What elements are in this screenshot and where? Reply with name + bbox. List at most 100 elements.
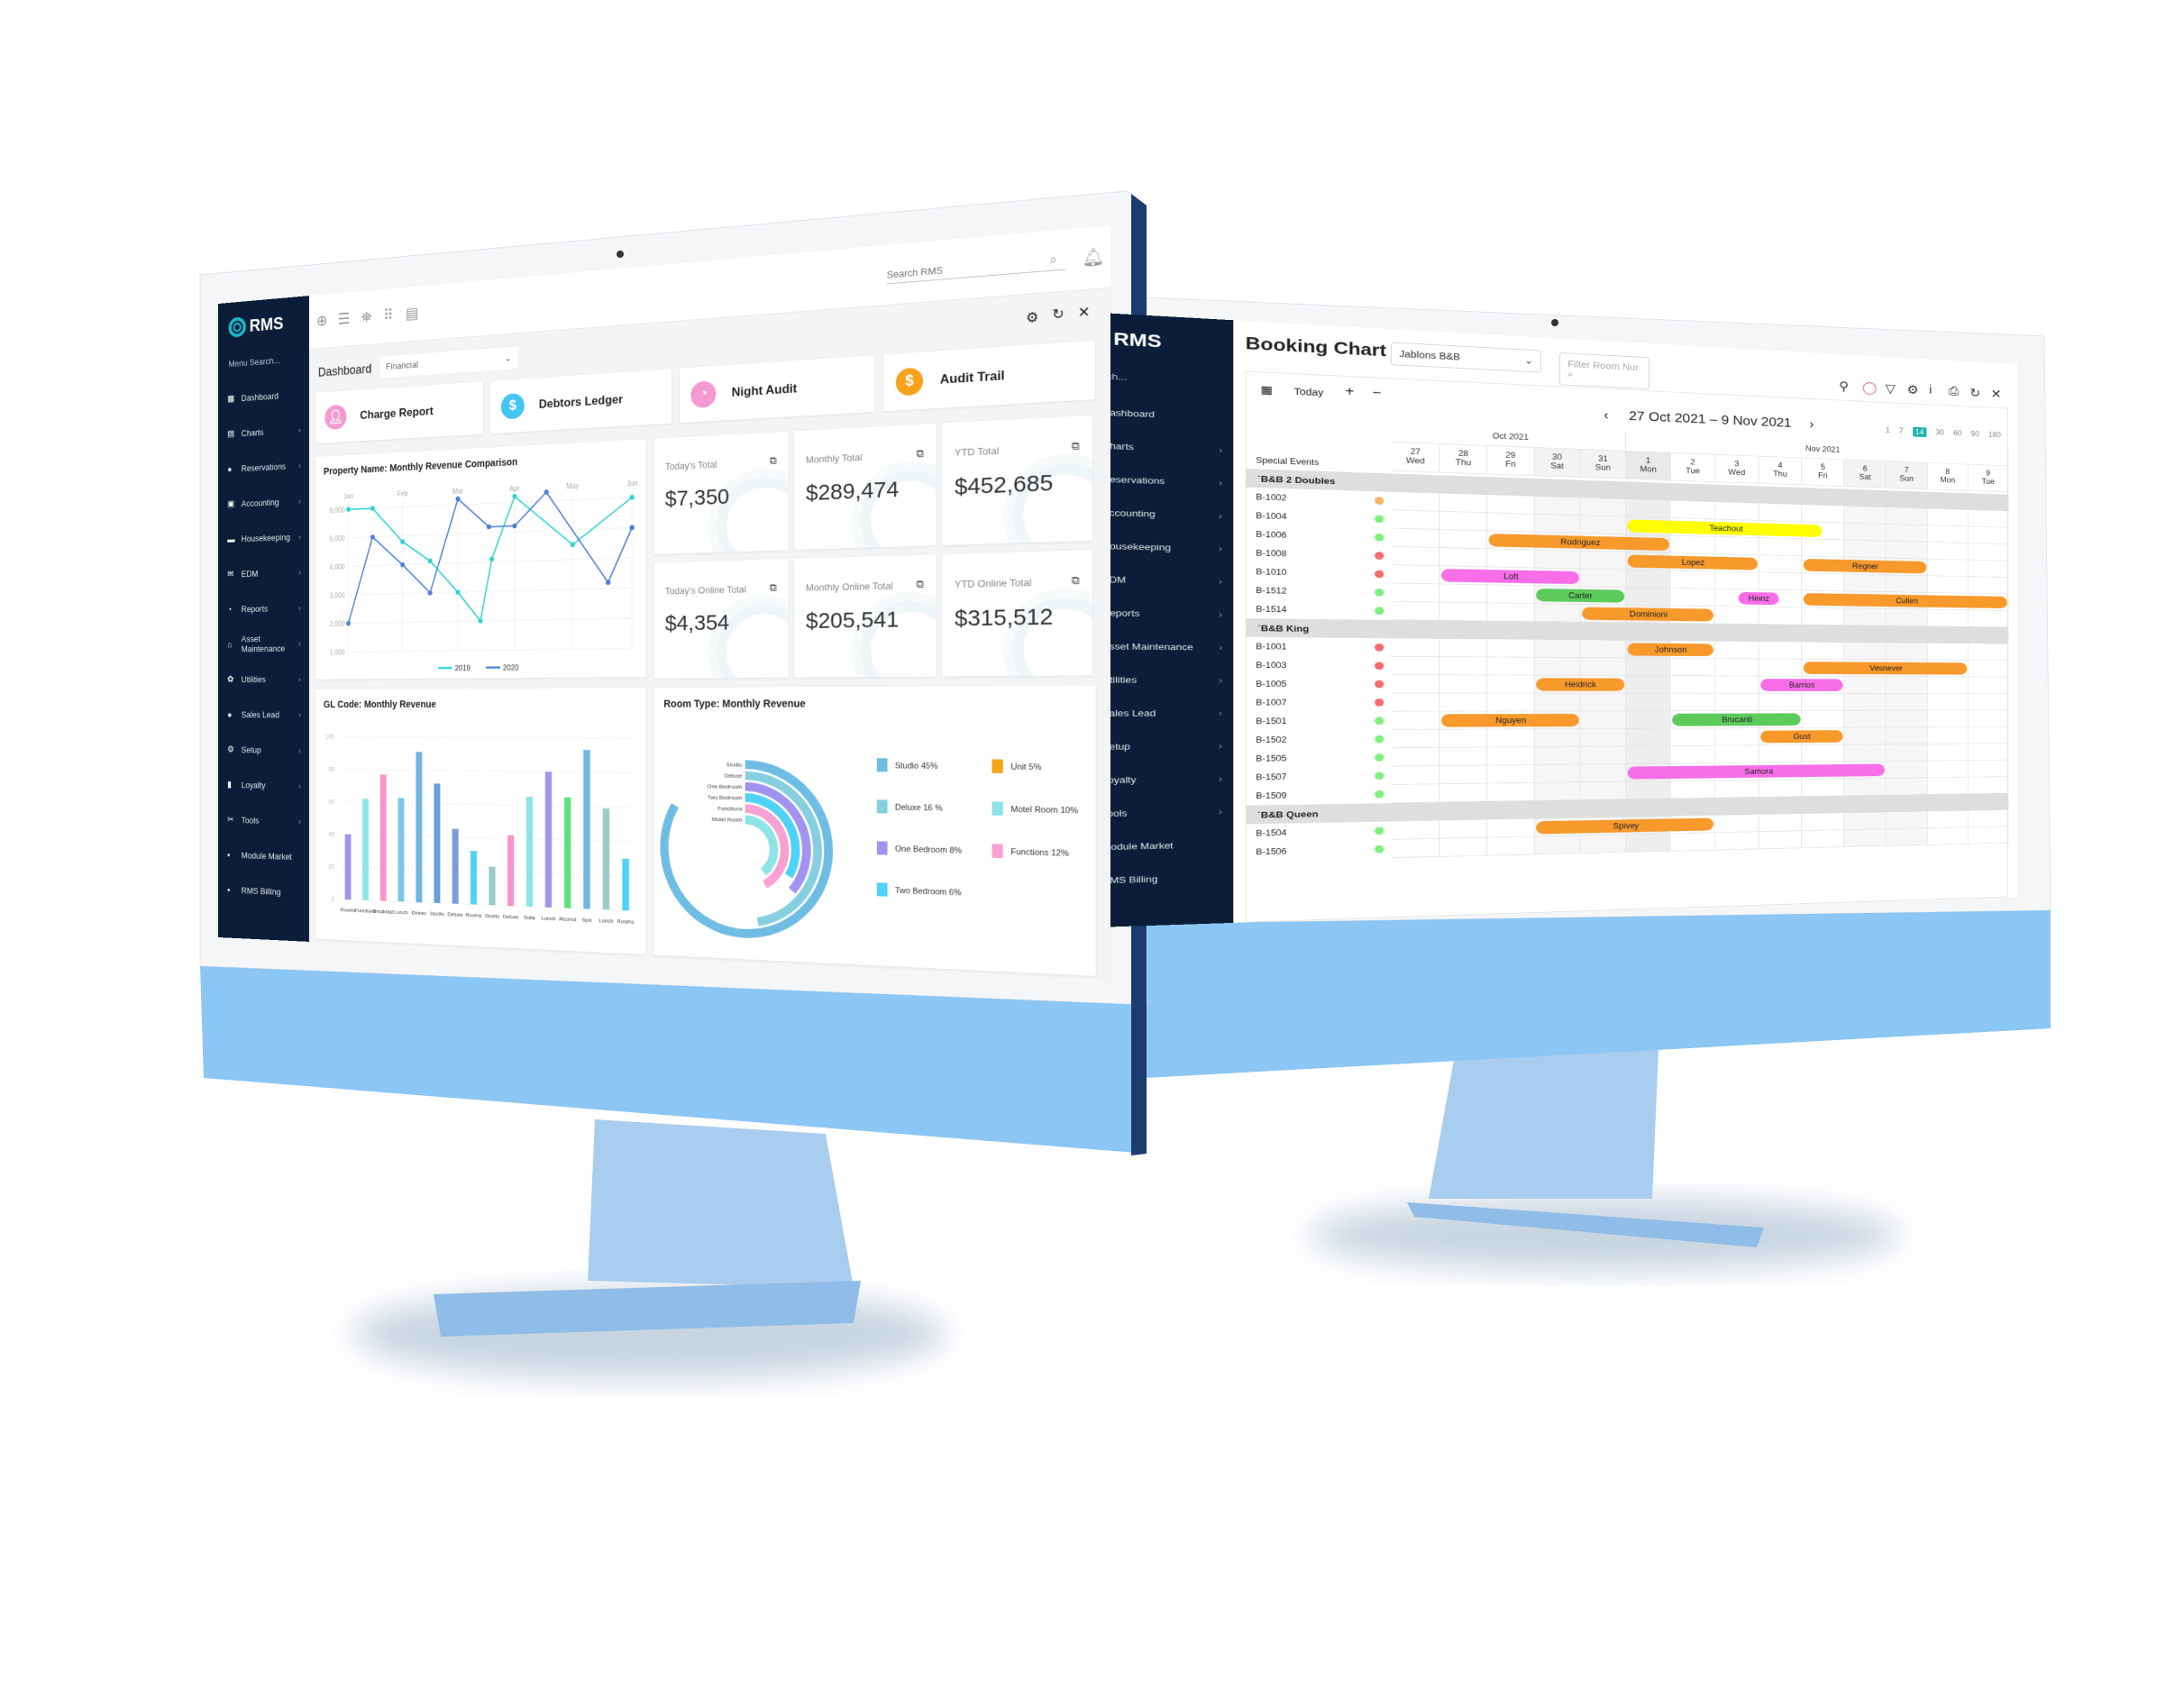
day-cell[interactable]	[1439, 638, 1488, 658]
day-cell[interactable]	[1625, 587, 1671, 607]
day-cell[interactable]	[1391, 510, 1440, 530]
day-cell[interactable]	[1968, 693, 2009, 711]
day-cell[interactable]	[1714, 814, 1759, 834]
day-cell[interactable]	[1439, 529, 1488, 550]
map-icon[interactable]: ⛯	[361, 308, 372, 327]
day-cell[interactable]	[1802, 693, 1845, 711]
day-cell[interactable]	[1759, 831, 1803, 850]
day-cell[interactable]	[1802, 830, 1845, 849]
day-cell[interactable]	[1886, 541, 1928, 560]
day-cell[interactable]	[1886, 507, 1928, 526]
day-cell[interactable]	[1714, 536, 1759, 556]
day-cell[interactable]	[1391, 765, 1440, 785]
span-option-180[interactable]: 180	[1988, 430, 2001, 440]
day-cell[interactable]	[1391, 638, 1440, 657]
day-cell[interactable]	[1439, 819, 1488, 839]
add-icon[interactable]: ⊕	[316, 312, 327, 330]
day-cell[interactable]	[1625, 781, 1671, 800]
day-cell[interactable]	[1580, 516, 1626, 535]
room-label[interactable]: B-1502	[1247, 730, 1286, 749]
day-cell[interactable]	[1625, 498, 1671, 518]
day-cell[interactable]	[1391, 546, 1440, 567]
day-cell[interactable]	[1580, 728, 1626, 747]
day-cell[interactable]	[1625, 745, 1671, 764]
day-cell[interactable]	[1759, 537, 1803, 557]
day-cell[interactable]	[1802, 539, 1845, 558]
close-icon[interactable]: ✕	[1991, 387, 2002, 402]
day-cell[interactable]	[1391, 747, 1440, 767]
pin-icon[interactable]: ⚲	[1839, 379, 1849, 394]
day-cell[interactable]	[1759, 572, 1803, 591]
day-cell[interactable]	[1670, 500, 1715, 520]
day-cell[interactable]	[1487, 585, 1535, 604]
day-cell[interactable]	[1927, 760, 1969, 779]
day-cell[interactable]	[1534, 728, 1581, 747]
day-cell[interactable]	[1968, 809, 2009, 828]
room-label[interactable]: B-1512	[1247, 581, 1286, 600]
day-cell[interactable]	[1927, 576, 1969, 594]
room-label[interactable]: B-1514	[1247, 599, 1286, 618]
day-cell[interactable]	[1580, 711, 1626, 729]
expand-icon[interactable]: ⧉	[770, 454, 777, 467]
menu-search[interactable]: Menu Search...	[229, 355, 280, 369]
day-cell[interactable]	[1927, 710, 1969, 728]
day-cell[interactable]	[1759, 555, 1803, 574]
sliders-icon[interactable]: ☰	[338, 310, 350, 329]
day-cell[interactable]	[1580, 781, 1626, 800]
bell-icon[interactable]: 🔔︎	[1082, 246, 1104, 269]
day-cell[interactable]	[1670, 693, 1715, 711]
span-option-1[interactable]: 1	[1886, 425, 1890, 435]
booking-bar[interactable]: Heinz	[1738, 591, 1779, 606]
sidebar-item-tools[interactable]: ✂ Tools ›	[218, 806, 309, 835]
day-cell[interactable]	[1844, 744, 1887, 762]
day-cell[interactable]	[1439, 547, 1488, 568]
day-cell[interactable]	[1487, 693, 1535, 712]
day-cell[interactable]	[1670, 658, 1715, 677]
day-cell[interactable]	[1580, 657, 1626, 676]
day-cell[interactable]	[1968, 509, 2009, 528]
calendar-icon[interactable]: ▦	[1261, 383, 1273, 397]
day-cell[interactable]	[1844, 812, 1887, 831]
day-cell[interactable]	[1439, 675, 1488, 694]
day-cell[interactable]	[1391, 711, 1440, 730]
day-cell[interactable]	[1439, 493, 1488, 514]
expand-icon[interactable]: ⧉	[1072, 439, 1080, 452]
day-cell[interactable]	[1625, 710, 1671, 729]
sidebar-item-dashboard[interactable]: ▦ Dashboard	[218, 379, 309, 412]
expand-icon[interactable]: ⧉	[916, 578, 923, 591]
day-cell[interactable]	[1759, 659, 1803, 677]
expand-icon[interactable]: ⧉	[770, 581, 777, 594]
day-cell[interactable]	[1759, 813, 1803, 833]
day-cell[interactable]	[1886, 744, 1928, 762]
room-label[interactable]: B-1505	[1247, 749, 1286, 768]
room-label[interactable]: B-1001	[1247, 637, 1286, 656]
day-cell[interactable]	[1927, 810, 1969, 829]
day-cell[interactable]	[1534, 693, 1581, 712]
span-option-60[interactable]: 60	[1953, 429, 1962, 439]
expand-icon[interactable]: ⧉	[916, 447, 923, 461]
day-cell[interactable]	[1927, 542, 1969, 561]
day-cell[interactable]	[1968, 760, 2009, 778]
day-cell[interactable]	[1625, 675, 1671, 694]
grid-icon[interactable]: ⠿	[383, 306, 393, 325]
day-cell[interactable]	[1534, 764, 1581, 783]
day-cell[interactable]	[1927, 525, 1969, 543]
day-cell[interactable]	[1534, 639, 1581, 658]
day-cell[interactable]	[1968, 744, 2009, 761]
day-cell[interactable]	[1802, 813, 1845, 832]
day-cell[interactable]	[1968, 677, 2009, 694]
quick-link-night-audit[interactable]: ◔ Night Audit	[679, 355, 875, 424]
day-cell[interactable]	[1759, 693, 1803, 711]
day-cell[interactable]	[1625, 834, 1671, 853]
day-cell[interactable]	[1391, 528, 1440, 548]
day-cell[interactable]	[1802, 779, 1845, 797]
day-cell[interactable]	[1886, 643, 1928, 661]
day-cell[interactable]	[1844, 608, 1887, 626]
booking-bar[interactable]: Carter	[1535, 588, 1625, 603]
day-cell[interactable]	[1844, 676, 1887, 694]
day-cell[interactable]	[1968, 660, 2009, 678]
day-cell[interactable]	[1391, 820, 1440, 840]
day-cell[interactable]	[1670, 571, 1715, 589]
day-cell[interactable]	[1580, 569, 1626, 588]
day-cell[interactable]	[1968, 776, 2009, 794]
